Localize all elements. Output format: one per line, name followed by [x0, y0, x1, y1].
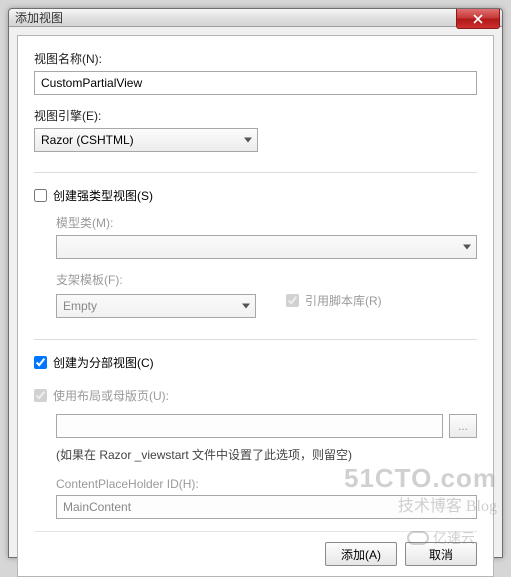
- reference-script-checkbox: [286, 294, 299, 307]
- layout-section: ... (如果在 Razor _viewstart 文件中设置了此选项，则留空)…: [34, 414, 477, 531]
- reference-script-row: 引用脚本库(R): [286, 292, 382, 309]
- content-placeholder-group: ContentPlaceHolder ID(H):: [56, 477, 477, 519]
- scaffold-value: Empty: [56, 294, 256, 318]
- model-class-value: [56, 235, 477, 259]
- window-title: 添加视图: [15, 9, 63, 26]
- strongly-typed-section: 模型类(M): 支架模板(F): Empty 引用脚本库(R): [34, 214, 477, 331]
- dialog-window: 添加视图 视图名称(N): 视图引擎(E): Razor (CSHTML) 创建…: [8, 8, 503, 558]
- strongly-typed-label: 创建强类型视图(S): [53, 187, 153, 204]
- close-icon: [473, 14, 483, 24]
- browse-label: ...: [458, 419, 468, 433]
- partial-view-row: 创建为分部视图(C): [34, 354, 477, 371]
- view-engine-group: 视图引擎(E): Razor (CSHTML): [34, 107, 477, 152]
- view-engine-label: 视图引擎(E):: [34, 107, 477, 124]
- layout-path-row: ...: [56, 414, 477, 438]
- content-placeholder-label: ContentPlaceHolder ID(H):: [56, 477, 477, 491]
- close-button[interactable]: [456, 9, 500, 29]
- strongly-typed-row: 创建强类型视图(S): [34, 187, 477, 204]
- cancel-button[interactable]: 取消: [405, 542, 477, 566]
- view-name-input[interactable]: [34, 71, 477, 95]
- strongly-typed-checkbox[interactable]: [34, 189, 47, 202]
- use-layout-label: 使用布局或母版页(U):: [53, 387, 169, 404]
- model-class-label: 模型类(M):: [56, 214, 477, 231]
- layout-path-input: [56, 414, 443, 438]
- view-name-label: 视图名称(N):: [34, 50, 477, 67]
- add-button[interactable]: 添加(A): [325, 542, 397, 566]
- dialog-footer: 添加(A) 取消: [34, 531, 477, 566]
- content-placeholder-input: [56, 495, 477, 519]
- separator-1: [34, 172, 477, 173]
- use-layout-row: 使用布局或母版页(U):: [34, 387, 477, 404]
- view-name-group: 视图名称(N):: [34, 50, 477, 95]
- view-engine-combo[interactable]: Razor (CSHTML): [34, 128, 258, 152]
- titlebar[interactable]: 添加视图: [9, 9, 502, 27]
- dialog-content: 视图名称(N): 视图引擎(E): Razor (CSHTML) 创建强类型视图…: [17, 35, 494, 577]
- scaffold-group: 支架模板(F): Empty 引用脚本库(R): [56, 271, 477, 319]
- reference-script-label: 引用脚本库(R): [305, 292, 382, 309]
- partial-view-checkbox[interactable]: [34, 356, 47, 369]
- separator-2: [34, 339, 477, 340]
- scaffold-combo[interactable]: Empty: [56, 294, 256, 318]
- use-layout-checkbox: [34, 389, 47, 402]
- partial-view-label: 创建为分部视图(C): [53, 354, 154, 371]
- model-class-combo[interactable]: [56, 235, 477, 259]
- model-class-group: 模型类(M):: [56, 214, 477, 259]
- scaffold-label: 支架模板(F):: [56, 271, 477, 288]
- browse-button: ...: [449, 414, 477, 438]
- view-engine-value: Razor (CSHTML): [34, 128, 258, 152]
- layout-hint: (如果在 Razor _viewstart 文件中设置了此选项，则留空): [56, 446, 477, 463]
